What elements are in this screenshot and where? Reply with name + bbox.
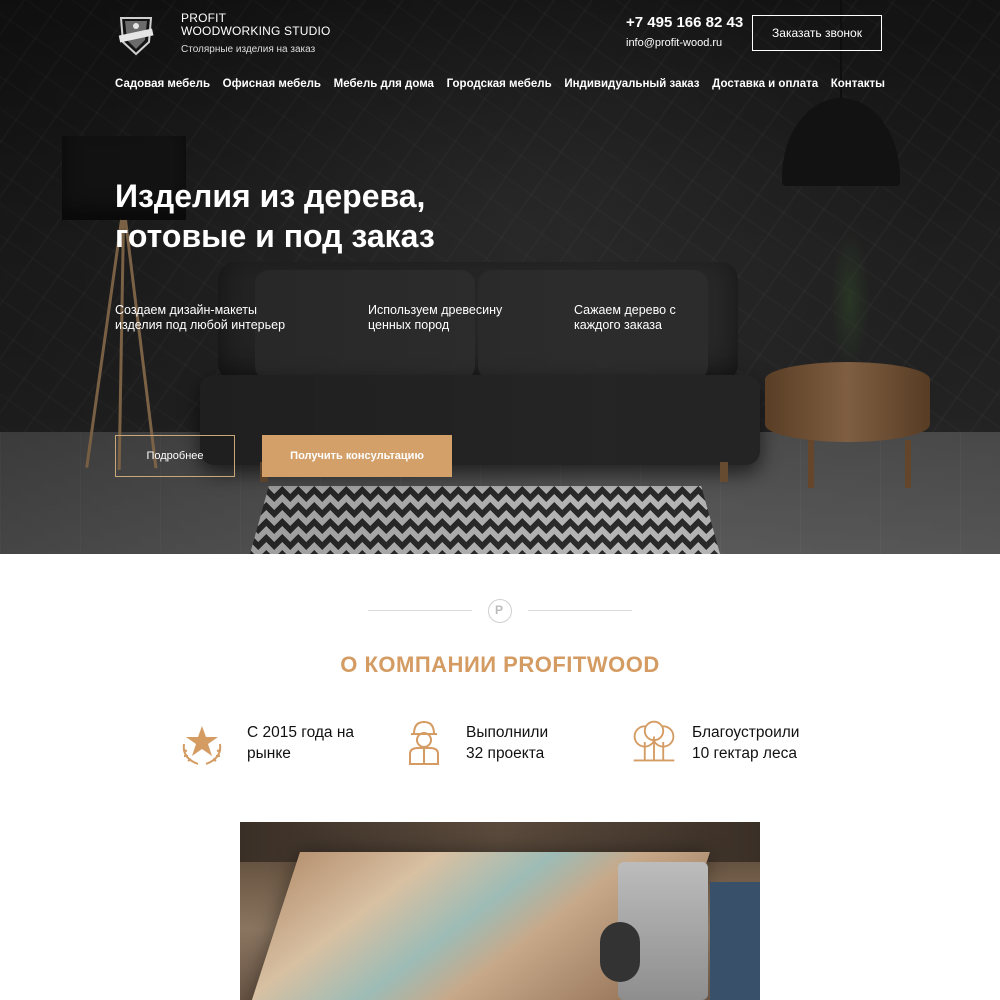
hero-feature-line1: Используем древесину	[368, 303, 503, 317]
nav-item-office[interactable]: Офисная мебель	[223, 78, 321, 90]
brand-line2: WOODWORKING STUDIO	[181, 24, 331, 38]
hero-feature: Используем древесину ценных пород	[368, 303, 568, 333]
email-link[interactable]: info@profit-wood.ru	[626, 37, 722, 49]
nav-item-contacts[interactable]: Контакты	[831, 78, 885, 90]
hero-feature: Создаем дизайн-макеты изделия под любой …	[115, 303, 315, 333]
stat-line1: С 2015 года на	[247, 724, 355, 741]
hero-feature: Сажаем дерево с каждого заказа	[574, 303, 774, 333]
brand-name[interactable]: PROFIT WOODWORKING STUDIO	[181, 12, 331, 38]
nav-item-delivery[interactable]: Доставка и оплата	[712, 78, 818, 90]
forest-icon	[633, 720, 675, 762]
phone-number[interactable]: +7 495 166 82 43	[626, 14, 743, 31]
hero-feature-line1: Сажаем дерево с	[574, 303, 676, 317]
stat-line2: рынке	[247, 745, 291, 762]
section-divider-line	[528, 610, 632, 611]
hero-feature-line2: ценных пород	[368, 318, 450, 332]
hero-title-line1: Изделия из дерева,	[115, 178, 426, 214]
consult-button[interactable]: Получить консультацию	[262, 435, 452, 477]
hero-title-line2: готовые и под заказ	[115, 218, 435, 254]
stat-text: С 2015 года на рынке	[247, 722, 387, 764]
stat-line2: 10 гектар леса	[692, 745, 797, 762]
stat-line1: Выполнили	[466, 724, 549, 741]
more-button[interactable]: Подробнее	[115, 435, 235, 477]
photo-equipment	[710, 882, 760, 1000]
callback-button[interactable]: Заказать звонок	[752, 15, 882, 51]
workshop-photo	[240, 822, 760, 1000]
hero-title: Изделия из дерева, готовые и под заказ	[115, 176, 435, 256]
stat-line2: 32 проекта	[466, 745, 545, 762]
router-handle	[600, 922, 640, 982]
section-divider-line	[368, 610, 472, 611]
logo-icon[interactable]	[115, 12, 157, 58]
worker-icon	[409, 720, 439, 765]
nav-item-urban[interactable]: Городская мебель	[447, 78, 552, 90]
stat-line1: Благоустроили	[692, 724, 800, 741]
stat-text: Благоустроили 10 гектар леса	[692, 722, 832, 764]
nav-item-custom[interactable]: Индивидуальный заказ	[564, 78, 699, 90]
divider-logo-icon: P	[488, 599, 512, 623]
stat-text: Выполнили 32 проекта	[466, 722, 606, 764]
nav-item-garden[interactable]: Садовая мебель	[115, 78, 210, 90]
brand-tagline: Столярные изделия на заказ	[181, 44, 316, 55]
hero-feature-line2: изделия под любой интерьер	[115, 318, 286, 332]
nav-item-home[interactable]: Мебель для дома	[334, 78, 434, 90]
hero-feature-line1: Создаем дизайн-макеты	[115, 303, 257, 317]
main-nav: Садовая мебель Офисная мебель Мебель для…	[115, 78, 885, 90]
laurel-star-icon	[182, 726, 222, 765]
hero-feature-line2: каждого заказа	[574, 318, 662, 332]
about-title: О КОМПАНИИ PROFITWOOD	[340, 652, 660, 677]
